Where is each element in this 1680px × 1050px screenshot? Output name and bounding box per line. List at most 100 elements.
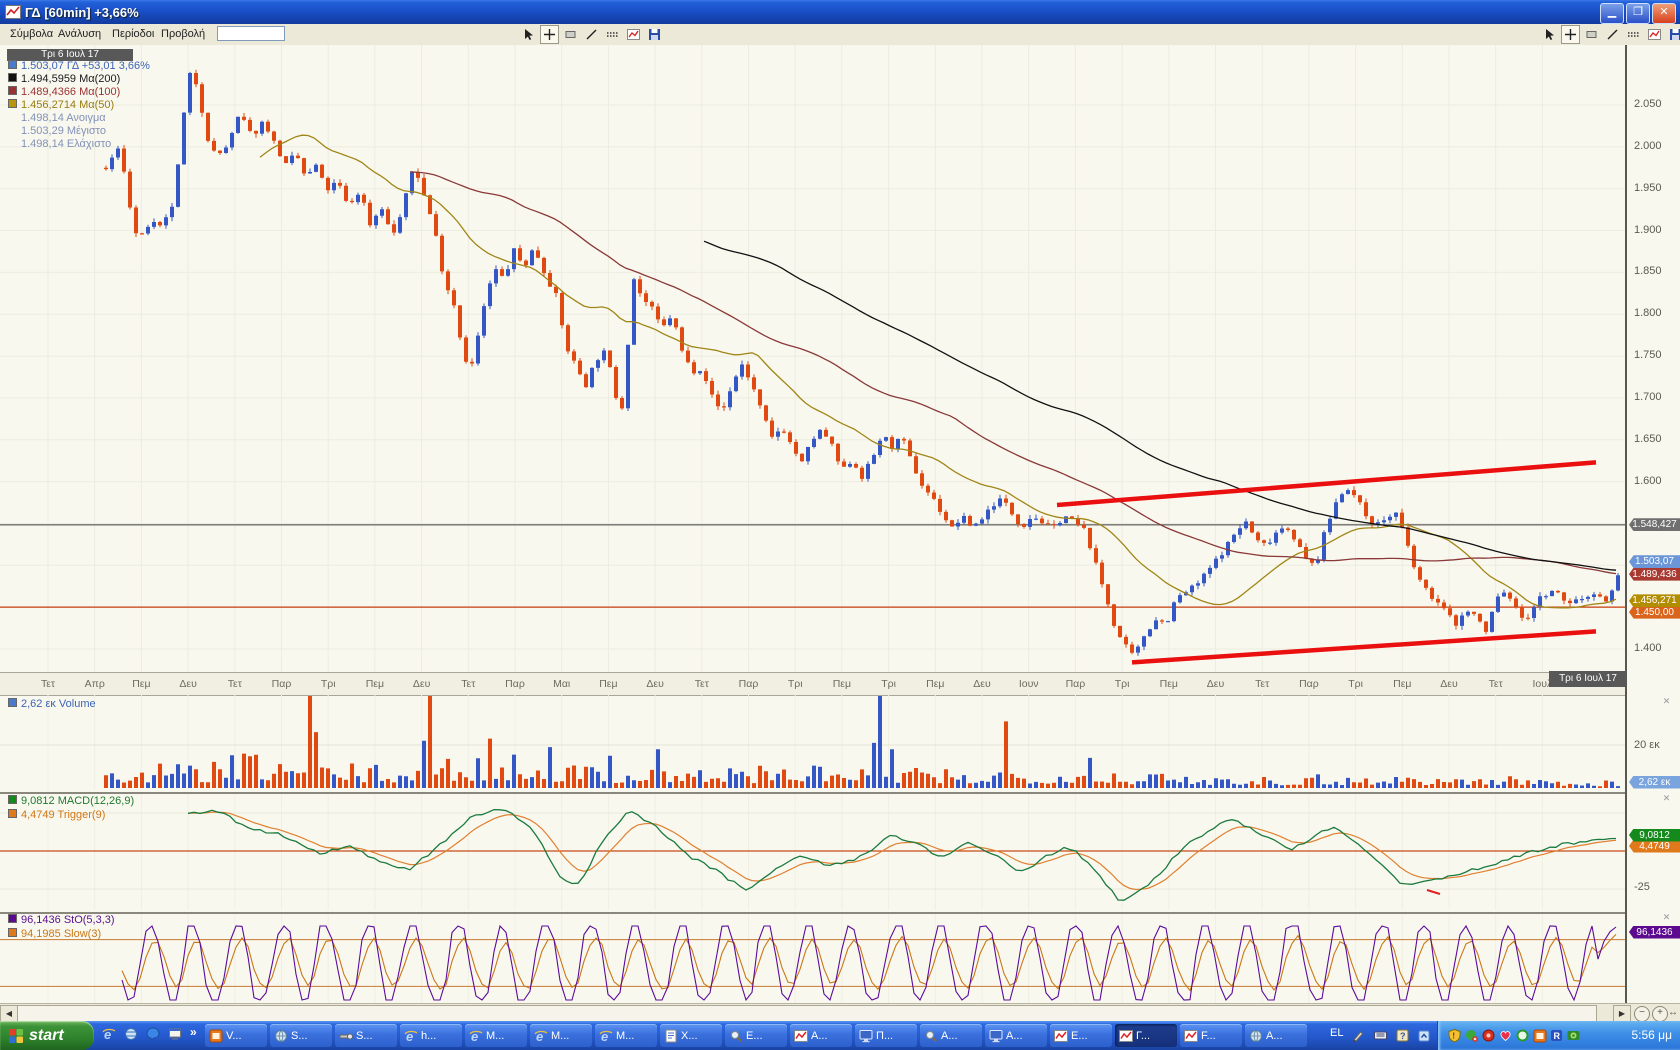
time-label: Πεμ [833,673,851,695]
legend-square [8,914,17,923]
task-label: E... [746,1030,763,1042]
start-button[interactable]: start [0,1021,94,1050]
red-dot-icon[interactable] [1482,1029,1495,1042]
time-label: Τετ [228,673,242,695]
task-button-S[interactable]: S... [335,1024,397,1047]
time-label: Δευ [1207,673,1224,695]
task-button-F[interactable]: F... [1180,1024,1242,1047]
task-button-S[interactable]: S... [270,1024,332,1047]
browser-icon[interactable] [124,1027,141,1044]
price-chart[interactable] [0,45,1625,672]
ring-icon[interactable] [1516,1029,1529,1042]
time-label: Δευ [646,673,663,695]
panel-close-icon[interactable]: ✕ [1661,912,1672,923]
save-tool[interactable] [1666,25,1680,44]
task-button-Π[interactable]: Π... [855,1024,917,1047]
task-button-A[interactable]: A... [920,1024,982,1047]
zoom-in-button[interactable]: + [1652,1006,1668,1022]
time-label: Τετ [41,673,55,695]
panel-close-icon[interactable]: ✕ [1661,793,1672,804]
zoom-out-button[interactable]: − [1634,1006,1650,1022]
task-button-Γ[interactable]: Γ... [1115,1024,1177,1047]
fit-width-icon[interactable]: ↔ [1668,1007,1678,1018]
time-label: Τετ [695,673,709,695]
chart-icon [1184,1029,1198,1043]
dotted-line-tool[interactable] [603,25,622,44]
legend-row: 1.456,2714 Μα(50) [8,99,114,111]
pointer-tool[interactable] [1540,25,1559,44]
region-tool[interactable] [561,25,580,44]
task-button-E[interactable]: E... [1050,1024,1112,1047]
show-desktop-icon[interactable] [168,1027,185,1044]
time-label: Τετ [1489,673,1503,695]
blue-chip-icon[interactable]: R [1550,1029,1563,1042]
task-button-A[interactable]: A... [1245,1024,1307,1047]
messenger-icon[interactable] [146,1027,163,1044]
chart-type-tool[interactable] [1645,25,1664,44]
price-badge: 1.489,436 [1629,568,1680,581]
pen-icon[interactable] [1352,1029,1365,1042]
task-label: A... [811,1030,828,1042]
task-button-A[interactable]: A... [985,1024,1047,1047]
time-label: Δευ [179,673,196,695]
region-tool[interactable] [1582,25,1601,44]
legend-square [8,86,17,95]
task-button-M[interactable]: eM... [530,1024,592,1047]
time-label: Παρ [505,673,525,695]
macd-chart[interactable] [0,792,1625,910]
task-button-A[interactable]: A... [790,1024,852,1047]
windows-flag-icon [8,1028,24,1044]
shield-icon[interactable]: ! [1448,1029,1461,1042]
close-button[interactable]: ✕ [1652,3,1676,24]
quick-launch-chevron[interactable]: » [190,1025,197,1039]
keyboard-icon[interactable] [1374,1029,1387,1042]
time-label: Τρι [881,673,896,695]
legend-square [8,73,17,82]
nvidia-icon[interactable] [1567,1029,1580,1042]
save-tool[interactable] [645,25,664,44]
language-indicator[interactable]: EL [1330,1027,1343,1039]
task-button-h[interactable]: eh... [400,1024,462,1047]
minimize-button[interactable]: ▁ [1600,3,1624,24]
chevron-up-icon[interactable] [1418,1029,1431,1042]
volume-chart[interactable] [0,694,1625,790]
restore-button[interactable]: ❐ [1626,3,1650,24]
app-orange-icon[interactable] [1533,1029,1546,1042]
crosshair-tool[interactable] [540,25,559,44]
price-axis-label: 1.400 [1634,642,1662,654]
menu-Σύμβολα[interactable]: Σύμβολα [4,24,59,45]
monitor-icon [989,1029,1003,1043]
time-label: Ιουν [1019,673,1039,695]
dotted-line-tool[interactable] [1624,25,1643,44]
help-icon[interactable]: ? [1396,1029,1409,1042]
legend-row: 1.498,14 Ανοιγμα [8,112,106,124]
task-button-V[interactable]: V... [205,1024,267,1047]
task-label: A... [941,1030,958,1042]
task-button-E[interactable]: E... [725,1024,787,1047]
heart-icon[interactable] [1499,1029,1512,1042]
task-button-M[interactable]: eM... [465,1024,527,1047]
legend-square [8,698,17,707]
scrollbar-thumb[interactable] [17,1005,1597,1022]
trendline-tool[interactable] [582,25,601,44]
menu-Προβολή[interactable]: Προβολή [155,24,211,45]
chart-type-tool[interactable] [624,25,643,44]
task-button-M[interactable]: eM... [595,1024,657,1047]
menu-Περίοδοι[interactable]: Περίοδοι [106,24,160,45]
symbol-input[interactable] [217,26,285,41]
ie-icon[interactable]: e [102,1027,119,1044]
horizontal-scrollbar[interactable]: ◀ ▶ − + ↔ [0,1003,1680,1022]
price-axis: 2.0502.0001.9501.9001.8501.8001.7501.700… [1625,45,1680,1003]
legend-row: 1.489,4366 Μα(100) [8,86,120,98]
crosshair-tool[interactable] [1561,25,1580,44]
green-x-icon[interactable] [1465,1029,1478,1042]
task-label: A... [1006,1030,1023,1042]
task-button-X[interactable]: X... [660,1024,722,1047]
taskbar: start e» V...S...S...eh...eM...eM...eM..… [0,1021,1680,1050]
panel-close-icon[interactable]: ✕ [1661,696,1672,707]
pointer-tool[interactable] [519,25,538,44]
stochastic-chart[interactable] [0,912,1625,1005]
trendline-tool[interactable] [1603,25,1622,44]
start-label: start [29,1027,64,1045]
menu-Ανάλυση[interactable]: Ανάλυση [52,24,107,45]
